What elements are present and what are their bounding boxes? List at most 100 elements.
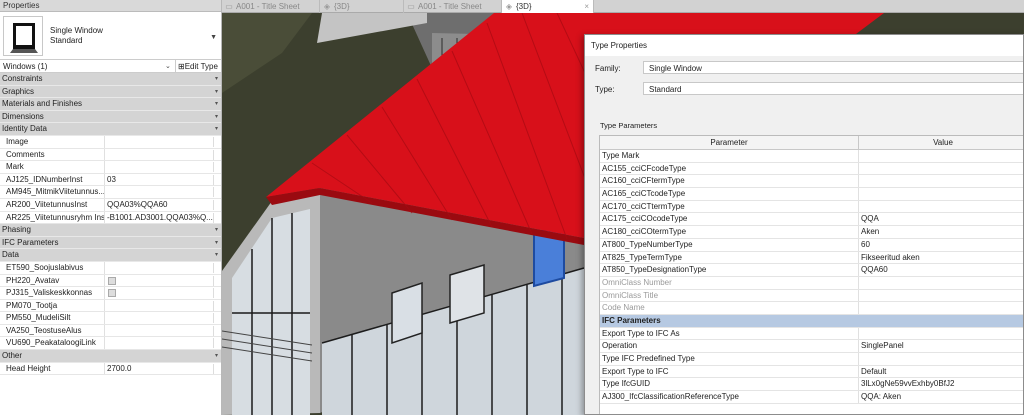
parameter-value[interactable]: 3lLx0gNe59vvExhby0BfJ2 <box>859 378 1023 390</box>
parameter-value[interactable]: Aken <box>859 226 1023 238</box>
parameter-value[interactable] <box>859 150 1023 162</box>
parameter-value[interactable] <box>859 290 1023 302</box>
parameter-value[interactable]: QQA: Aken <box>859 391 1023 403</box>
chevron-icon[interactable]: ▾ <box>215 86 218 99</box>
parameter-value[interactable] <box>859 175 1023 187</box>
chevron-icon[interactable]: ▾ <box>215 224 218 237</box>
property-value[interactable] <box>105 287 221 299</box>
property-checkbox[interactable] <box>108 276 116 285</box>
property-row: VA250_TeostuseAlus <box>0 324 221 338</box>
associate-parameter-button[interactable] <box>213 338 221 349</box>
type-selector[interactable]: Single Window Standard ▼ <box>0 12 221 60</box>
property-value[interactable] <box>105 325 221 337</box>
type-dropdown[interactable]: Standard <box>643 82 1023 95</box>
type-label: Type: <box>595 85 615 94</box>
property-value[interactable]: 2700.0 <box>105 363 221 375</box>
chevron-icon[interactable]: ▾ <box>215 123 218 136</box>
parameter-value[interactable] <box>859 163 1023 175</box>
parameter-value[interactable]: 60 <box>859 239 1023 251</box>
property-value[interactable] <box>105 149 221 161</box>
parameter-value[interactable]: QQA <box>859 213 1023 225</box>
associate-parameter-button[interactable] <box>213 300 221 311</box>
view-tab[interactable]: ▭ A001 - Title Sheet <box>222 0 320 13</box>
parameter-name: AT800_TypeNumberType <box>600 238 859 251</box>
associate-parameter-button[interactable] <box>213 199 221 210</box>
chevron-down-icon[interactable]: ▼ <box>210 34 217 41</box>
parameter-row: AC170_cciCTtermType <box>600 200 1023 214</box>
property-checkbox[interactable] <box>108 289 116 298</box>
chevron-down-icon[interactable]: ⌄ <box>165 60 171 73</box>
parameter-value[interactable]: SinglePanel <box>859 340 1023 352</box>
chevron-icon[interactable]: ▾ <box>215 350 218 363</box>
property-value[interactable] <box>105 312 221 324</box>
property-value[interactable] <box>105 300 221 312</box>
property-value[interactable]: 03 <box>105 174 221 186</box>
associate-parameter-button[interactable] <box>213 363 221 374</box>
parameter-value[interactable] <box>859 328 1023 340</box>
parameter-group-header[interactable]: IFC Parameters <box>600 314 1023 328</box>
view-tab[interactable]: ▭ A001 - Title Sheet <box>404 0 502 13</box>
chevron-icon[interactable]: ▾ <box>215 98 218 111</box>
property-value[interactable] <box>105 337 221 349</box>
parameter-value[interactable] <box>859 201 1023 213</box>
property-row: PJ315_Valiskeskkonnas <box>0 287 221 300</box>
property-value[interactable] <box>105 262 221 274</box>
parameter-value[interactable] <box>859 353 1023 365</box>
column-header-value[interactable]: Value <box>859 136 1023 149</box>
associate-parameter-button[interactable] <box>213 162 221 173</box>
property-value[interactable] <box>105 136 221 148</box>
family-dropdown[interactable]: Single Window <box>643 61 1023 74</box>
parameter-name: Export Type to IFC <box>600 365 859 378</box>
property-section[interactable]: Data ▾ <box>0 249 221 262</box>
parameter-row: OmniClass Title <box>600 289 1023 303</box>
parameter-name: AJ300_IfcClassificationReferenceType <box>600 391 859 403</box>
property-row: Comments <box>0 148 221 162</box>
parameter-value[interactable] <box>859 188 1023 200</box>
chevron-icon[interactable]: ▾ <box>215 111 218 124</box>
parameter-name: OmniClass Title <box>600 289 859 302</box>
chevron-icon[interactable]: ▾ <box>215 237 218 250</box>
property-value[interactable]: -B1001.AD3001.QQA03%Q... <box>105 212 221 224</box>
column-header-parameter[interactable]: Parameter <box>600 136 859 149</box>
section-label: Other <box>2 351 23 361</box>
close-icon[interactable]: × <box>584 0 589 13</box>
edit-type-button[interactable]: ⊞Edit Type <box>175 60 221 73</box>
property-section[interactable]: Constraints ▾ <box>0 73 221 86</box>
chevron-icon[interactable]: ▾ <box>215 249 218 262</box>
property-section[interactable]: IFC Parameters ▾ <box>0 236 221 250</box>
property-section[interactable]: Other ▾ <box>0 350 221 363</box>
property-section[interactable]: Phasing ▾ <box>0 224 221 237</box>
parameter-value[interactable] <box>859 302 1023 314</box>
view-tab[interactable]: ◈ {3D} × <box>502 0 594 13</box>
dialog-title: Type Properties <box>585 35 1023 56</box>
property-value[interactable] <box>105 186 221 198</box>
associate-parameter-button[interactable] <box>213 212 221 223</box>
property-section[interactable]: Graphics ▾ <box>0 85 221 99</box>
chevron-icon[interactable]: ▾ <box>215 73 218 86</box>
associate-parameter-button[interactable] <box>213 174 221 185</box>
instance-filter[interactable]: Windows (1) ⌄ ⊞Edit Type <box>0 60 221 73</box>
property-section[interactable]: Dimensions ▾ <box>0 110 221 124</box>
section-label: Dimensions <box>2 111 44 121</box>
associate-parameter-button[interactable] <box>213 136 221 147</box>
3d-view-icon: ◈ <box>505 2 513 11</box>
view-tab[interactable]: ◈ {3D} <box>320 0 404 13</box>
property-value[interactable] <box>105 161 221 173</box>
parameter-value[interactable]: QQA60 <box>859 264 1023 276</box>
parameter-value[interactable] <box>859 277 1023 289</box>
parameter-value[interactable]: Default <box>859 366 1023 378</box>
associate-parameter-button[interactable] <box>213 149 221 160</box>
property-label: AJ125_IDNumberInst <box>0 173 105 186</box>
associate-parameter-button[interactable] <box>213 313 221 324</box>
property-section[interactable]: Identity Data ▾ <box>0 123 221 136</box>
associate-parameter-button[interactable] <box>213 325 221 336</box>
associate-parameter-button[interactable] <box>213 275 221 286</box>
associate-parameter-button[interactable] <box>213 262 221 273</box>
associate-parameter-button[interactable] <box>213 187 221 198</box>
parameter-value[interactable]: Fikseeritud aken <box>859 252 1023 264</box>
property-row: PH220_Avatav <box>0 274 221 288</box>
property-section[interactable]: Materials and Finishes ▾ <box>0 98 221 111</box>
property-value[interactable] <box>105 275 221 287</box>
property-value[interactable]: QQA03%QQA60 <box>105 199 221 211</box>
associate-parameter-button[interactable] <box>213 288 221 299</box>
